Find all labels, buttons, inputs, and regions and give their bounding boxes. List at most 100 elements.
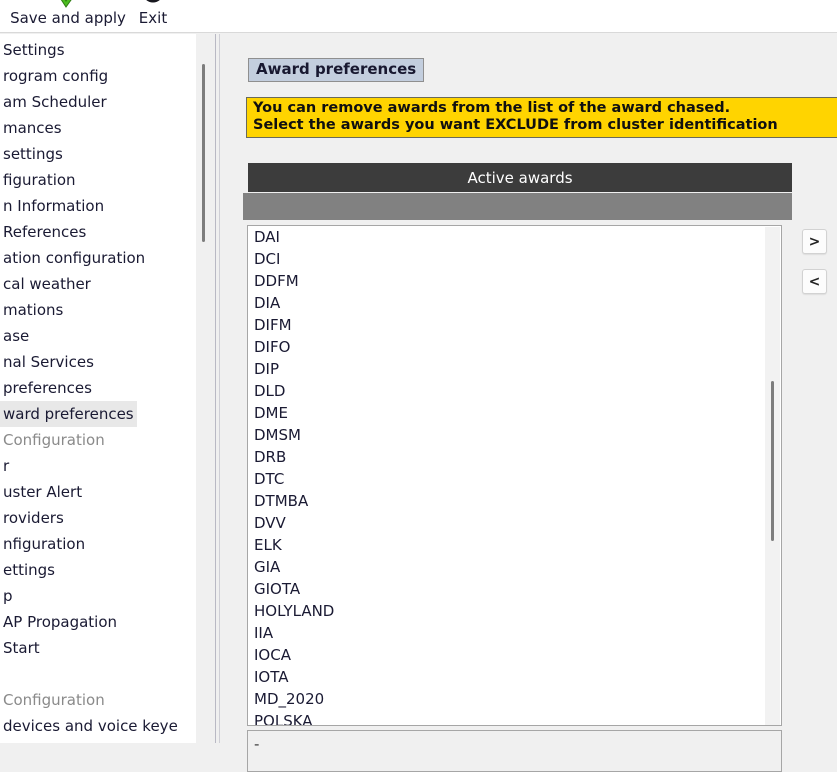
sidebar-item-label: ation configuration <box>3 249 146 267</box>
sidebar-item-label: settings <box>3 145 63 163</box>
sidebar-item[interactable]: ase <box>0 323 32 349</box>
list-item[interactable]: HOLYLAND <box>248 600 781 622</box>
sidebar-item[interactable]: preferences <box>0 375 95 401</box>
sidebar-item-label: nal Services <box>3 353 94 371</box>
list-item[interactable]: DIFO <box>248 336 781 358</box>
toolbar: Save and apply Exit <box>0 0 837 33</box>
sidebar-item-label: mations <box>3 301 64 319</box>
move-right-button[interactable]: > <box>802 229 827 254</box>
sidebar-item[interactable]: nfiguration <box>0 531 88 557</box>
sidebar-item-label: devices and voice keye <box>3 717 178 735</box>
sidebar-category: Configuration <box>0 687 108 713</box>
list-item[interactable]: DDFM <box>248 270 781 292</box>
list-item[interactable]: POLSKA <box>248 710 781 725</box>
sidebar-item[interactable]: p <box>0 583 16 609</box>
list-item[interactable]: DTMBA <box>248 490 781 512</box>
sidebar-item-label: ase <box>3 327 30 345</box>
exit-button[interactable]: Exit <box>108 0 198 28</box>
notice-line-2: Select the awards you want EXCLUDE from … <box>253 117 778 133</box>
sidebar-item[interactable]: rogram config <box>0 63 111 89</box>
list-item[interactable]: DLD <box>248 380 781 402</box>
sidebar-item[interactable]: AP Propagation <box>0 609 120 635</box>
sidebar-item-label: nterface <box>0 739 69 743</box>
sidebar-item[interactable]: Settings <box>0 37 68 63</box>
list-item[interactable]: MD_2020 <box>248 688 781 710</box>
list-item[interactable]: DAI <box>248 226 781 248</box>
chevron-left-icon: < <box>808 273 821 290</box>
move-left-button[interactable]: < <box>802 269 827 294</box>
sidebar-item-label: roviders <box>3 509 64 527</box>
chevron-right-icon: > <box>808 233 821 250</box>
list-item[interactable]: DME <box>248 402 781 424</box>
list-item[interactable]: GIA <box>248 556 781 578</box>
sidebar-item-label: cal weather <box>3 275 91 293</box>
sidebar-item-label: n Information <box>3 197 105 215</box>
list-item[interactable]: DTC <box>248 468 781 490</box>
notice-banner: You can remove awards from the list of t… <box>246 97 837 138</box>
page-title: Award preferences <box>248 58 425 82</box>
sidebar-item-label: preferences <box>3 379 92 397</box>
power-circle-icon <box>141 0 165 8</box>
sidebar-item[interactable]: roviders <box>0 505 67 531</box>
status-field: - <box>247 730 782 772</box>
sidebar-item-label: ward preferences <box>0 401 137 427</box>
sidebar-item-label: uster Alert <box>3 483 83 501</box>
active-awards-header: Active awards <box>248 163 792 192</box>
list-item[interactable]: DVV <box>248 512 781 534</box>
content-panel: Award preferences You can remove awards … <box>220 34 837 772</box>
sidebar-item-label: Settings <box>3 41 65 59</box>
sidebar-item[interactable]: nal Services <box>0 349 97 375</box>
active-awards-items[interactable]: DAI DCI DDFM DIA DIFM DIFO DIP DLD DME DMSM DRB DTC… <box>248 226 781 725</box>
sidebar-item-label: figuration <box>3 171 76 189</box>
list-item[interactable]: DMSM <box>248 424 781 446</box>
list-item[interactable]: DIP <box>248 358 781 380</box>
list-scrollbar-thumb[interactable] <box>771 381 774 541</box>
active-awards-subbar <box>243 193 792 220</box>
green-check-icon <box>55 0 81 8</box>
sidebar-item-label: p <box>3 587 13 605</box>
sidebar-item-label: r <box>3 457 10 475</box>
list-item[interactable]: GIOTA <box>248 578 781 600</box>
list-item[interactable]: DIA <box>248 292 781 314</box>
sidebar-item-label: Start <box>3 639 40 657</box>
sidebar-item-label: ettings <box>3 561 56 579</box>
notice-line-1: You can remove awards from the list of t… <box>253 100 731 116</box>
sidebar-item[interactable]: settings <box>0 141 66 167</box>
sidebar-item[interactable]: r <box>0 453 12 479</box>
list-item[interactable]: DIFM <box>248 314 781 336</box>
sidebar-item-label: nfiguration <box>3 535 86 553</box>
sidebar-item[interactable]: devices and voice keye <box>0 713 181 739</box>
list-item[interactable]: ELK <box>248 534 781 556</box>
sidebar-item-label: mances <box>3 119 62 137</box>
sidebar-divider <box>215 34 216 743</box>
active-awards-list[interactable]: DAI DCI DDFM DIA DIFM DIFO DIP DLD DME DMSM DRB DTC… <box>247 225 782 726</box>
exit-label: Exit <box>138 9 168 27</box>
sidebar-item[interactable]: mances <box>0 115 65 141</box>
sidebar-category: Configuration <box>0 427 108 453</box>
list-item[interactable]: IOTA <box>248 666 781 688</box>
sidebar-item[interactable]: Start <box>0 635 43 661</box>
sidebar-item[interactable]: n Information <box>0 193 107 219</box>
sidebar-item-label: am Scheduler <box>3 93 107 111</box>
sidebar-item[interactable]: figuration <box>0 167 79 193</box>
sidebar-item-label: Configuration <box>3 431 105 449</box>
list-item[interactable]: DRB <box>248 446 781 468</box>
sidebar-item[interactable]: References <box>0 219 89 245</box>
sidebar-item[interactable]: mations <box>0 297 66 323</box>
sidebar-item[interactable]: ward preferences <box>0 401 137 427</box>
sidebar-item-label: rogram config <box>3 67 109 85</box>
sidebar-item-label: AP Propagation <box>3 613 118 631</box>
sidebar-item[interactable]: nterface <box>0 739 69 743</box>
sidebar-item-label: References <box>3 223 87 241</box>
sidebar-item[interactable]: cal weather <box>0 271 94 297</box>
sidebar-item[interactable]: ation configuration <box>0 245 148 271</box>
list-item[interactable]: IOCA <box>248 644 781 666</box>
sidebar-item[interactable]: uster Alert <box>0 479 85 505</box>
list-item[interactable]: IIA <box>248 622 781 644</box>
sidebar-scrollbar-thumb[interactable] <box>202 64 205 242</box>
sidebar-item[interactable]: am Scheduler <box>0 89 110 115</box>
sidebar-item[interactable]: ettings <box>0 557 58 583</box>
list-item[interactable]: DCI <box>248 248 781 270</box>
sidebar-tree[interactable]: Settings rogram config am Scheduler mances … <box>0 34 196 743</box>
sidebar-item-label: Configuration <box>3 691 105 709</box>
